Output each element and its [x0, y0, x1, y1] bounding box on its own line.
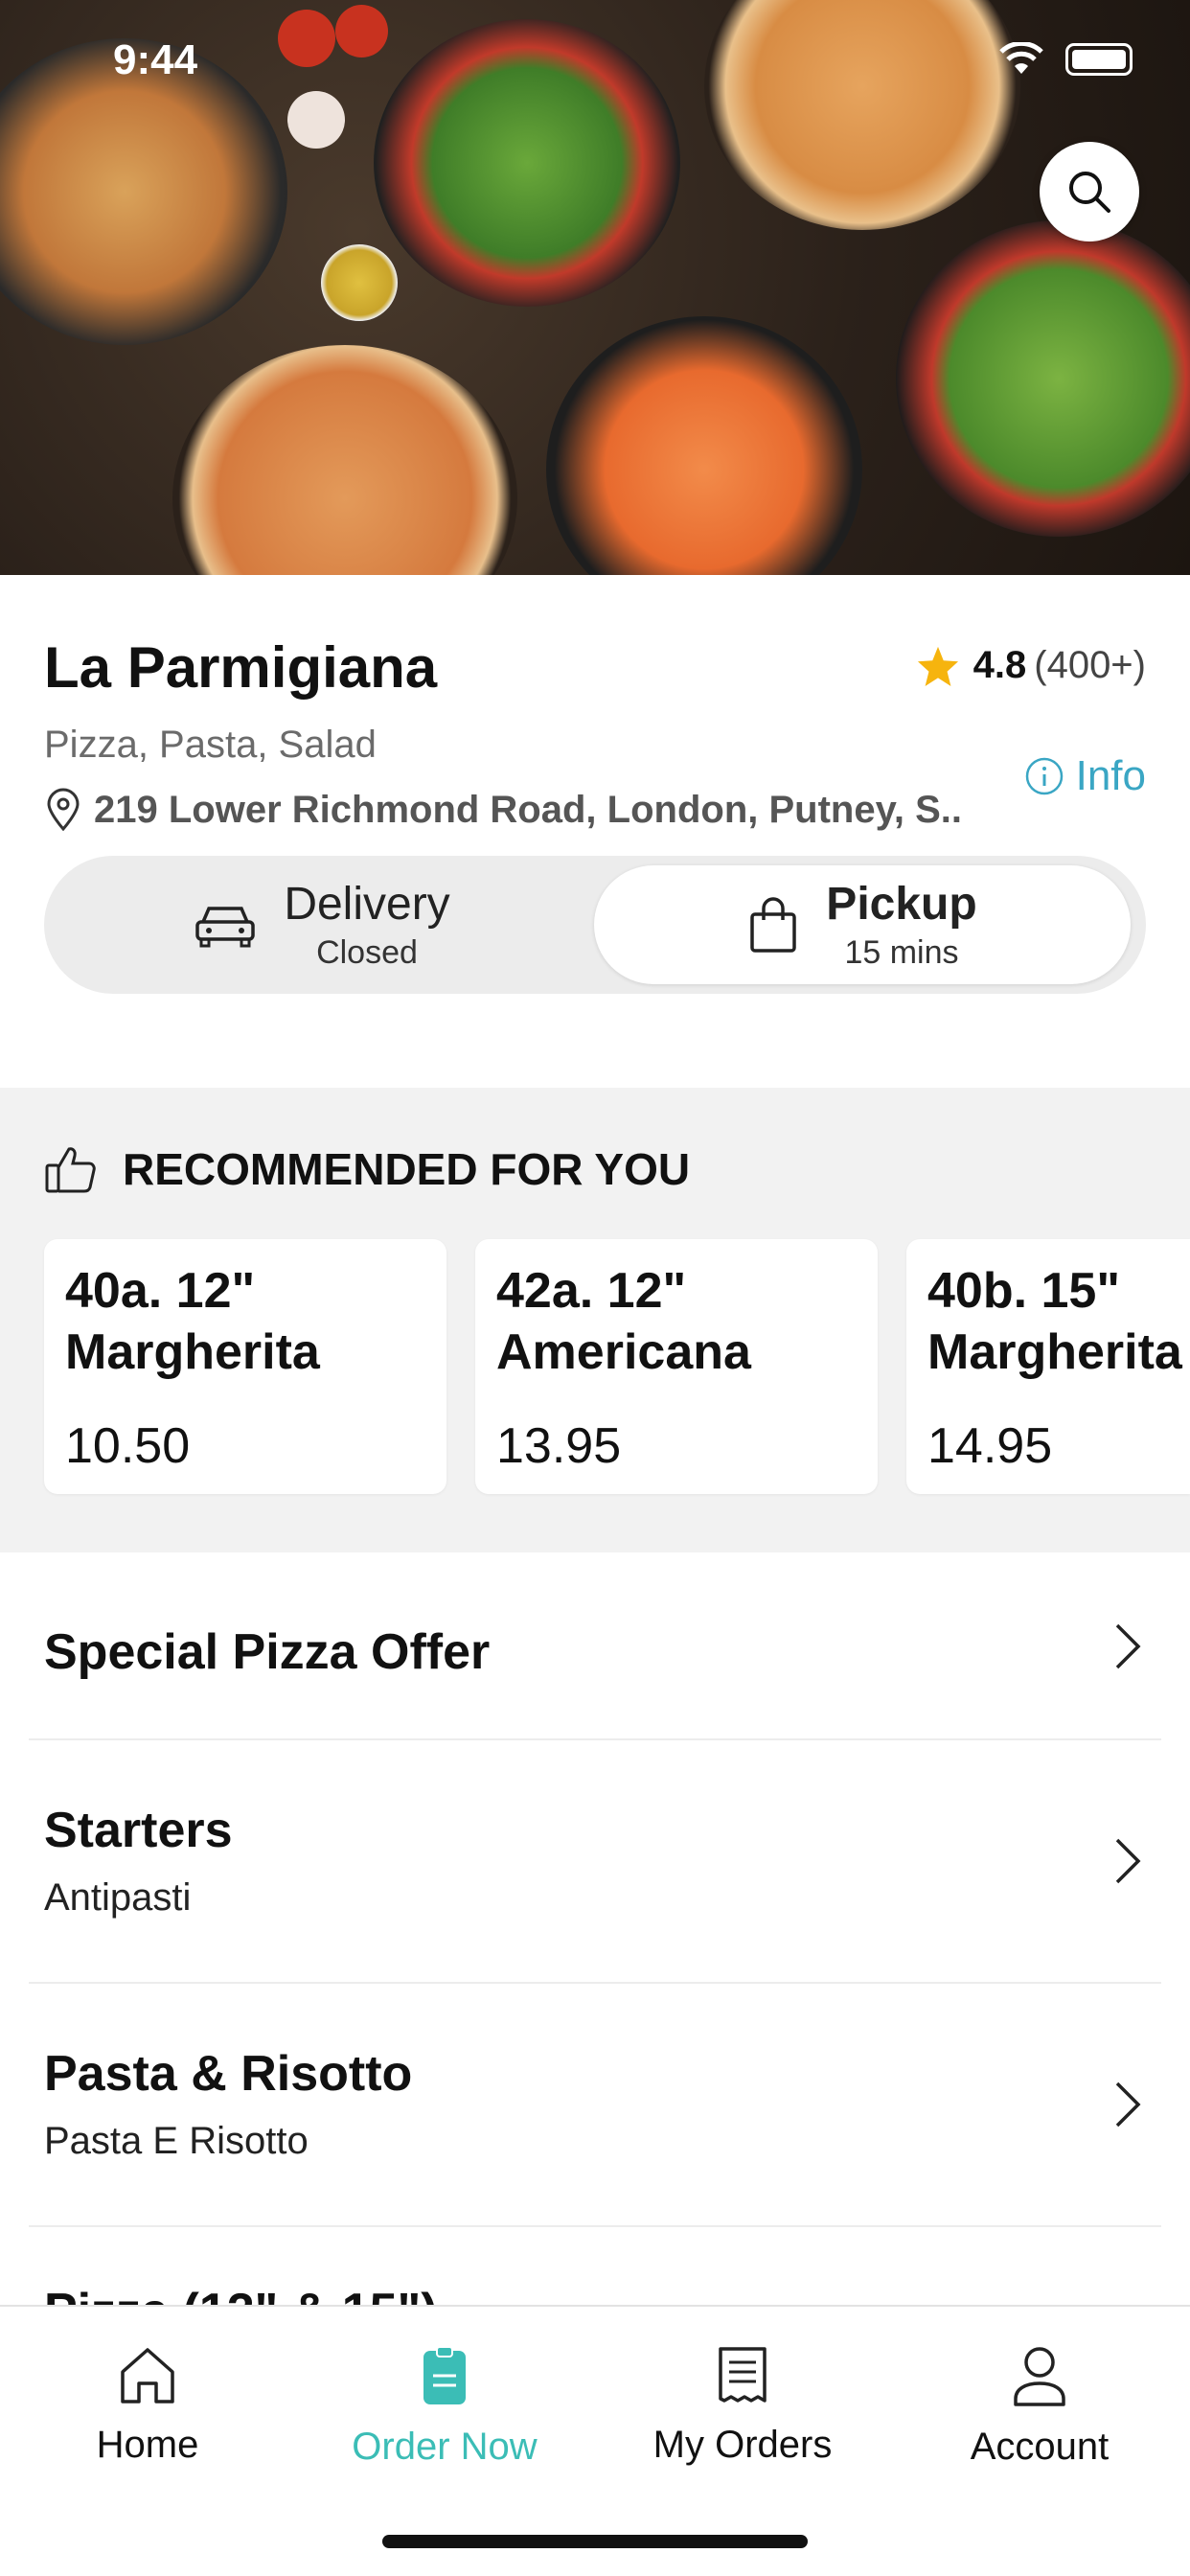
menu-category-subtitle: Antipasti	[44, 1876, 192, 1919]
card-item-price: 14.95	[927, 1418, 1053, 1474]
order-mode-toggle: Delivery Closed Pickup 15 mins	[44, 856, 1146, 994]
salad-bowl-image	[896, 220, 1190, 537]
menu-category-row[interactable]: Pasta & Risotto Pasta E Risotto	[29, 1984, 1161, 2227]
tab-my-orders[interactable]: My Orders	[599, 2345, 886, 2467]
star-icon	[917, 646, 958, 686]
search-button[interactable]	[1040, 142, 1139, 242]
card-item-name: 40a. 12" Margherita	[65, 1263, 320, 1380]
shopping-bag-icon	[750, 897, 797, 953]
search-icon	[1069, 172, 1110, 213]
cuisine-tags: Pizza, Pasta, Salad	[44, 724, 377, 766]
chevron-right-icon	[1115, 2082, 1141, 2128]
info-link[interactable]: Info	[1024, 752, 1146, 800]
location-pin-icon	[47, 788, 80, 832]
tomato-image	[278, 10, 335, 67]
recommended-section: RECOMMENDED FOR YOU 40a. 12" Margherita …	[0, 1088, 1190, 1552]
rating: 4.8 (400+)	[916, 644, 1146, 687]
rating-count: (400+)	[1034, 644, 1146, 686]
pasta-dish-image	[0, 38, 287, 345]
address[interactable]: 219 Lower Richmond Road, London, Putney,…	[44, 788, 964, 832]
delivery-title: Delivery	[284, 879, 450, 930]
status-icons	[998, 42, 1133, 77]
car-icon	[195, 907, 256, 948]
hero-image: 9:44	[0, 0, 1190, 575]
restaurant-name: La Parmigiana	[44, 635, 438, 700]
menu-category-title: Pasta & Risotto	[44, 2046, 413, 2102]
pizza-image	[172, 345, 517, 575]
spaghetti-dish-image	[546, 316, 862, 575]
garlic-image	[287, 91, 345, 149]
pizza-image	[704, 0, 1020, 230]
menu-category-row[interactable]: Special Pizza Offer	[29, 1552, 1161, 1740]
delivery-option[interactable]: Delivery Closed	[54, 865, 590, 984]
tab-account-label: Account	[970, 2426, 1110, 2468]
wifi-icon	[999, 42, 1043, 74]
tab-account[interactable]: Account	[896, 2345, 1183, 2469]
home-icon	[121, 2348, 174, 2404]
info-label: Info	[1075, 752, 1146, 799]
pickup-time: 15 mins	[844, 934, 959, 971]
card-item-price: 10.50	[65, 1418, 191, 1474]
menu-category-row[interactable]: Starters Antipasti	[29, 1740, 1161, 1984]
card-item-name: 40b. 15" Margherita	[927, 1263, 1182, 1380]
tab-order-now[interactable]: Order Now	[301, 2345, 588, 2469]
battery-icon	[1065, 43, 1133, 76]
tab-order-now-label: Order Now	[352, 2426, 538, 2468]
order-icon	[423, 2346, 466, 2404]
chevron-right-icon	[1115, 1838, 1141, 1884]
recommended-header: RECOMMENDED FOR YOU	[44, 1143, 690, 1195]
tab-home-label: Home	[96, 2424, 199, 2466]
card-item-name: 42a. 12" Americana	[496, 1263, 751, 1380]
recommended-card[interactable]: 40a. 12" Margherita 10.50	[44, 1239, 446, 1494]
delivery-status: Closed	[316, 934, 418, 971]
recommended-card[interactable]: 42a. 12" Americana 13.95	[475, 1239, 878, 1494]
salad-bowl-image	[374, 19, 680, 307]
rating-value: 4.8	[973, 644, 1027, 686]
sauce-image	[321, 244, 398, 321]
tab-my-orders-label: My Orders	[652, 2424, 833, 2466]
person-icon	[1014, 2347, 1065, 2406]
info-icon	[1025, 757, 1063, 795]
pickup-option[interactable]: Pickup 15 mins	[594, 865, 1131, 984]
recommended-title: RECOMMENDED FOR YOU	[123, 1144, 691, 1194]
menu-category-title: Special Pizza Offer	[44, 1624, 491, 1680]
menu-category-subtitle: Pasta E Risotto	[44, 2120, 309, 2162]
home-indicator	[382, 2535, 808, 2548]
status-time: 9:44	[113, 36, 198, 83]
recommended-card[interactable]: 40b. 15" Margherita 14.95	[906, 1239, 1190, 1494]
menu-category-title: Starters	[44, 1803, 233, 1858]
tab-home[interactable]: Home	[4, 2345, 291, 2467]
thumbs-up-icon	[45, 1147, 96, 1193]
tomato-image	[335, 5, 388, 58]
card-item-price: 13.95	[496, 1418, 622, 1474]
pickup-title: Pickup	[826, 879, 977, 930]
address-text: 219 Lower Richmond Road, London, Putney,…	[94, 788, 964, 831]
receipt-icon	[719, 2347, 767, 2403]
chevron-right-icon	[1115, 1623, 1141, 1669]
